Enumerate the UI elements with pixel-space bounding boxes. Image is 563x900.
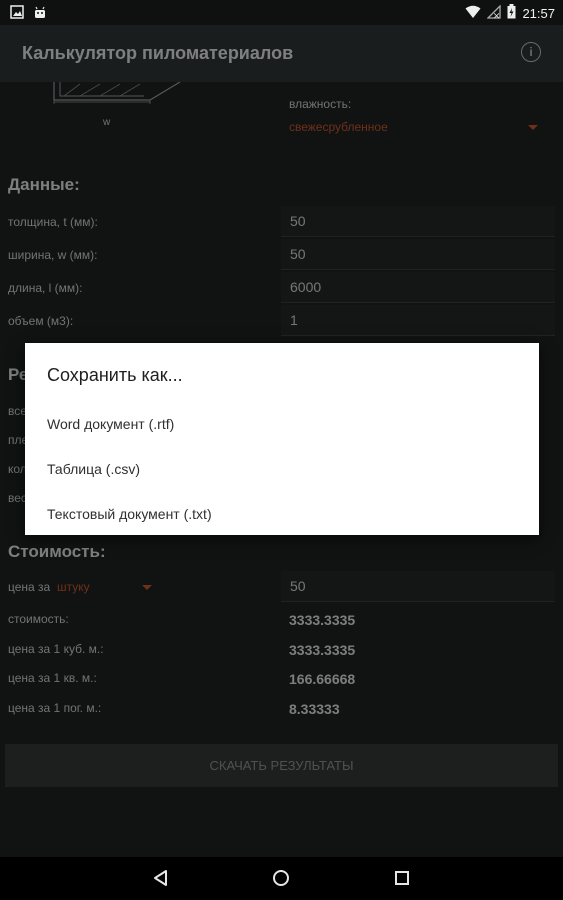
recents-icon[interactable] xyxy=(393,869,411,892)
save-txt-option[interactable]: Текстовый документ (.txt) xyxy=(25,495,539,535)
status-time: 21:57 xyxy=(522,5,555,21)
back-icon[interactable] xyxy=(152,869,170,892)
navigation-bar xyxy=(0,857,563,900)
home-icon[interactable] xyxy=(272,869,290,892)
battery-charging-icon xyxy=(507,4,516,22)
status-bar: 21:57 xyxy=(0,0,563,25)
dialog-title: Сохранить как... xyxy=(47,365,183,385)
wifi-icon xyxy=(465,5,481,22)
save-rtf-option[interactable]: Word документ (.rtf) xyxy=(25,405,539,445)
android-notification-icon xyxy=(33,5,47,24)
no-signal-icon xyxy=(486,3,502,22)
image-notification-icon xyxy=(10,5,24,24)
save-csv-option[interactable]: Таблица (.csv) xyxy=(25,450,539,490)
save-as-dialog: Сохранить как... Word документ (.rtf) Та… xyxy=(25,343,539,535)
